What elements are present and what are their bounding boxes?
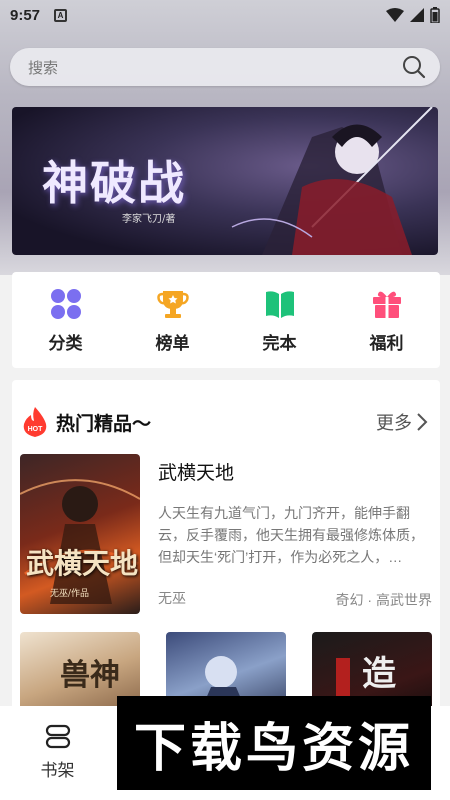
banner-title: 神破战	[42, 156, 186, 210]
hot-flame-icon: HOT	[23, 407, 47, 437]
search-bar[interactable]: 搜索	[10, 48, 440, 86]
hot-badge-text: HOT	[28, 426, 44, 433]
hot-section: HOT 热门精品〜 更多 武横天地 无巫/作品 武横天地 人天生有九道气门，九门…	[12, 380, 440, 710]
wifi-icon	[386, 8, 404, 22]
cover-title-text: 造	[362, 654, 396, 694]
trophy-icon	[156, 287, 190, 321]
category-item-welfare[interactable]: 福利	[347, 287, 427, 354]
watermark-text: 下载鸟资源	[133, 718, 414, 779]
more-label: 更多	[376, 413, 412, 433]
grid-icon	[49, 287, 83, 321]
hot-section-header: HOT 热门精品〜 更多	[12, 380, 440, 438]
category-label: 完本	[262, 333, 297, 353]
book-cover[interactable]: 武横天地 无巫/作品	[20, 454, 140, 614]
cover-title-text: 兽神	[60, 658, 120, 693]
category-label: 榜单	[155, 333, 190, 353]
book-author: 无巫	[158, 590, 186, 606]
book-title[interactable]: 武横天地	[158, 458, 234, 485]
category-label: 福利	[369, 333, 404, 353]
gift-icon	[370, 287, 404, 321]
book-icon	[263, 287, 297, 321]
search-input[interactable]: 搜索	[28, 57, 402, 78]
category-item-classify[interactable]: 分类	[26, 287, 106, 354]
category-label: 分类	[48, 333, 83, 353]
watermark-overlay: 下载鸟资源	[117, 696, 431, 790]
status-icons	[386, 7, 440, 23]
book-tags: 奇幻 · 高武世界	[335, 592, 432, 608]
category-item-finished[interactable]: 完本	[240, 287, 320, 354]
status-bar: 9:57 A	[0, 0, 450, 30]
search-icon[interactable]	[402, 55, 426, 79]
tab-label: 书架	[40, 761, 75, 780]
tab-bookshelf[interactable]: 书架	[0, 706, 115, 800]
bookshelf-icon	[45, 724, 70, 749]
battery-icon	[430, 7, 440, 23]
featured-book[interactable]: 武横天地 无巫/作品 武横天地 人天生有九道气门，九门齐开，能伸手翻云，反手覆雨…	[20, 454, 432, 616]
signal-icon	[410, 8, 424, 22]
book-description: 人天生有九道气门，九门齐开，能伸手翻云，反手覆雨，他天生拥有最强修炼体质，但却天…	[158, 505, 424, 565]
category-nav: 分类 榜单 完本 福利	[12, 272, 440, 368]
cover-title-text: 武横天地	[26, 547, 139, 580]
cover-red-seal	[336, 658, 350, 698]
status-time: 9:57	[10, 6, 41, 24]
section-title: 热门精品〜	[56, 413, 152, 435]
notification-a-icon: A	[54, 8, 68, 22]
chevron-right-icon	[417, 413, 428, 431]
cover-subtext: 无巫/作品	[50, 589, 90, 599]
category-item-ranking[interactable]: 榜单	[133, 287, 213, 354]
more-link[interactable]: 更多	[376, 409, 428, 435]
banner-author: 李家飞刀/著	[122, 214, 176, 225]
promo-banner[interactable]: 神破战 李家飞刀/著	[12, 107, 438, 255]
